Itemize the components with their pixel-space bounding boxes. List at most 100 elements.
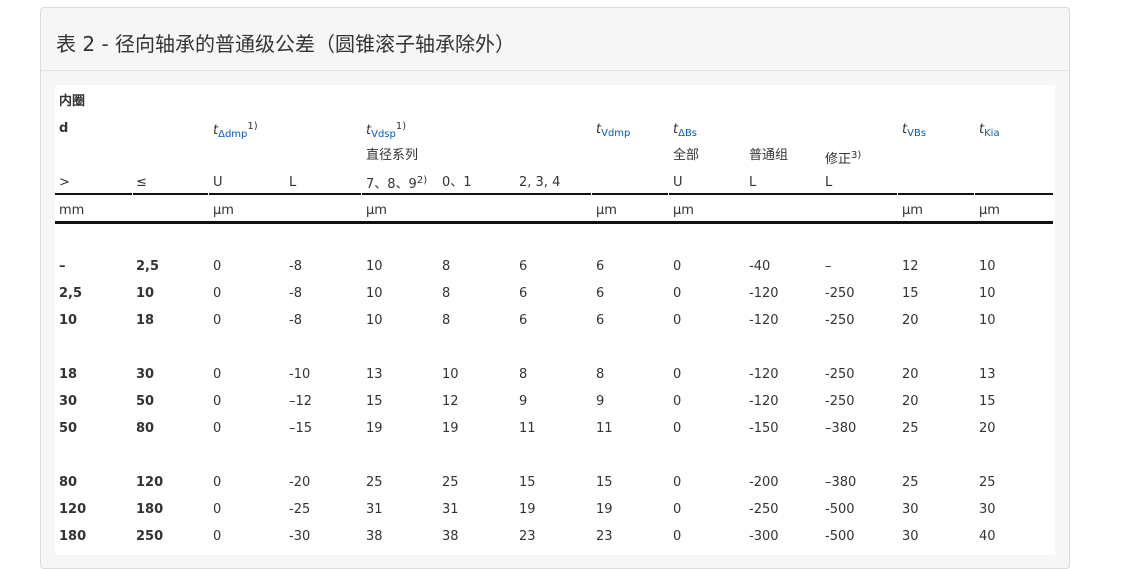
table-cell: 6 — [596, 259, 605, 274]
table-cell: 15 — [596, 475, 613, 490]
panel-header: 表 2 - 径向轴承的普通级公差（圆锥滚子轴承除外） — [41, 8, 1069, 71]
table-cell: 8 — [442, 286, 451, 301]
all-label: 全部 — [673, 148, 700, 163]
unit-um-vdmp: µm — [596, 203, 617, 218]
series-234-label: 2, 3, 4 — [519, 175, 561, 190]
table-cell: 9 — [519, 394, 528, 409]
table-cell: 80 — [59, 475, 78, 490]
col-d: d — [59, 121, 69, 136]
column-separator — [132, 193, 133, 221]
table-cell: 19 — [596, 502, 613, 517]
table-cell: 25 — [979, 475, 996, 490]
table-cell: 0 — [213, 313, 222, 328]
table-cell: 10 — [979, 259, 996, 274]
table-cell: 10 — [979, 286, 996, 301]
table-cell: -250 — [825, 394, 855, 409]
table-cell: -8 — [289, 259, 302, 274]
table-cell: 50 — [136, 394, 155, 409]
table-cell: 0 — [213, 502, 222, 517]
lower-label: L — [289, 175, 297, 190]
table-cell: -25 — [289, 502, 311, 517]
col-t-bs: tΔBs — [673, 122, 698, 139]
table-cell: -250 — [749, 502, 779, 517]
column-separator — [668, 193, 669, 221]
table-cell: 0 — [213, 286, 222, 301]
table-cell: 10 — [366, 259, 383, 274]
table-cell: 0 — [673, 394, 682, 409]
table-cell: -30 — [289, 529, 311, 544]
table-cell: -120 — [749, 286, 779, 301]
column-separator — [591, 193, 592, 221]
table-cell: 38 — [442, 529, 459, 544]
gt-label: > — [59, 175, 70, 190]
table-cell: 13 — [979, 367, 996, 382]
bs-lower-label: L — [749, 175, 757, 190]
table-cell: -120 — [749, 313, 779, 328]
table-cell: –380 — [825, 475, 857, 490]
table-cell: -250 — [825, 313, 855, 328]
series-789-label: 7、8、92) — [366, 175, 428, 192]
table-cell: 120 — [59, 502, 87, 517]
table-cell: 80 — [136, 421, 155, 436]
table-cell: 2,5 — [136, 259, 160, 274]
table-cell: 25 — [902, 475, 919, 490]
table-cell: 30 — [136, 367, 155, 382]
table-cell: 23 — [596, 529, 613, 544]
table-cell: -8 — [289, 286, 302, 301]
table-cell: 25 — [366, 475, 383, 490]
column-separator — [208, 193, 209, 221]
table-cell: 10 — [366, 286, 383, 301]
table-cell: 8 — [596, 367, 605, 382]
col-t-vdsp: tVdsp1) — [366, 121, 407, 140]
table-cell: -150 — [749, 421, 779, 436]
table-cell: –380 — [825, 421, 857, 436]
upper-label: U — [213, 175, 223, 190]
table-cell: 31 — [442, 502, 459, 517]
table-cell: 0 — [213, 259, 222, 274]
table-cell: 20 — [902, 367, 919, 382]
table-cell: 180 — [136, 502, 164, 517]
table-cell: 20 — [902, 313, 919, 328]
table-cell: 40 — [979, 529, 996, 544]
table-cell: 0 — [673, 259, 682, 274]
table-cell: 25 — [442, 475, 459, 490]
table-cell: -20 — [289, 475, 311, 490]
table-cell: 20 — [979, 421, 996, 436]
table-cell: -500 — [825, 529, 855, 544]
unit-um-bs: µm — [673, 203, 694, 218]
column-separator — [897, 193, 898, 221]
table-cell: 250 — [136, 529, 164, 544]
table-cell: 25 — [902, 421, 919, 436]
table-cell: 0 — [673, 529, 682, 544]
tolerance-table: 内圈 d tΔdmp1) tVdsp1) tVdmp tΔBs tVBs tKi… — [55, 85, 1055, 555]
table-cell: 0 — [673, 421, 682, 436]
table-cell: 0 — [673, 367, 682, 382]
table-cell: 9 — [596, 394, 605, 409]
table-cell: 18 — [136, 313, 155, 328]
table-cell: 6 — [596, 286, 605, 301]
table-cell: 10 — [59, 313, 78, 328]
table-cell: 0 — [213, 367, 222, 382]
col-t-kia: tKia — [979, 122, 1000, 139]
table-cell: 10 — [136, 286, 155, 301]
table-cell: -300 — [749, 529, 779, 544]
header-rule — [55, 193, 1053, 195]
column-separator — [974, 193, 975, 221]
bs-upper-label: U — [673, 175, 683, 190]
units-rule — [55, 221, 1053, 224]
table-cell: 10 — [979, 313, 996, 328]
bs-modified-lower-label: L — [825, 175, 833, 190]
table-cell: -200 — [749, 475, 779, 490]
table-cell: 6 — [519, 313, 528, 328]
table-cell: 8 — [519, 367, 528, 382]
table-cell: 50 — [59, 421, 78, 436]
table-cell: 10 — [366, 313, 383, 328]
table-cell: 0 — [213, 421, 222, 436]
unit-um-dmp: µm — [213, 203, 234, 218]
table-cell: -250 — [825, 367, 855, 382]
unit-um-kia: µm — [979, 203, 1000, 218]
table-cell: 0 — [673, 313, 682, 328]
col-t-dmp: tΔdmp1) — [213, 121, 258, 140]
modified-label: 修正3) — [825, 150, 862, 167]
table-cell: – — [59, 259, 66, 274]
